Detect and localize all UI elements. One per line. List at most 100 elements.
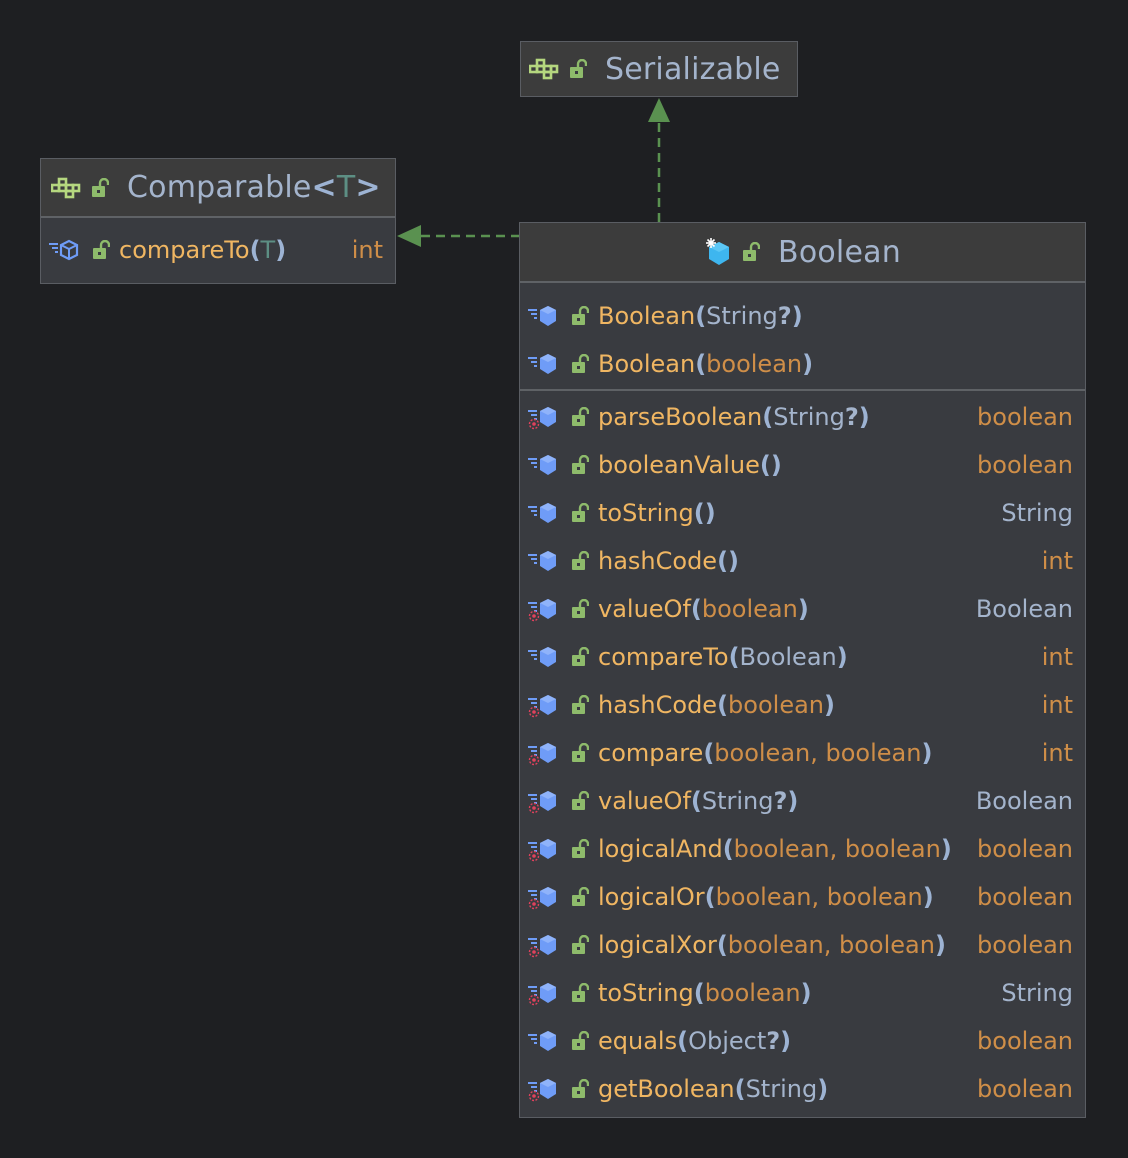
methods-section: parseBoolean(String?) boolean booleanValue… [520, 391, 1085, 1113]
paren: ( [249, 236, 261, 264]
return-type: boolean [977, 883, 1073, 911]
method-icon [528, 306, 556, 326]
method-row[interactable]: equals(Object?) boolean [520, 1017, 1085, 1065]
static-method-icon [528, 599, 556, 622]
member-name: logicalXor [598, 931, 717, 959]
method-icon [528, 455, 556, 475]
paren: ( [693, 979, 705, 1007]
member-icons [48, 237, 119, 263]
public-lock-icon [572, 647, 589, 666]
param-type: String [706, 302, 778, 330]
nullable-marker: ? [777, 302, 792, 330]
method-icon [528, 647, 556, 667]
member-signature: logicalXor(boolean, boolean) [598, 931, 977, 959]
public-lock-icon [572, 455, 589, 474]
member-icons [527, 500, 598, 526]
member-icons [527, 740, 598, 766]
param-type: String [745, 1075, 818, 1103]
public-lock-icon [572, 791, 589, 810]
method-row[interactable]: parseBoolean(String?) boolean [520, 393, 1085, 441]
paren: ) [791, 302, 803, 330]
return-type: boolean [977, 1075, 1073, 1103]
return-type: int [1041, 643, 1073, 671]
paren: ) [824, 691, 835, 719]
final-class-icon [706, 238, 730, 265]
return-type: boolean [977, 451, 1073, 479]
member-signature: Boolean(String?) [598, 302, 1073, 330]
method-row[interactable]: booleanValue() boolean [520, 441, 1085, 489]
paren: ) [728, 547, 740, 575]
paren: ) [797, 595, 809, 623]
public-lock-icon [572, 887, 589, 906]
public-lock-icon [93, 240, 110, 259]
paren: ) [858, 403, 870, 431]
param-type: boolean, boolean [714, 739, 922, 767]
member-signature: booleanValue() [598, 451, 977, 479]
member-signature: hashCode(boolean) [598, 691, 1042, 719]
param-type: Object [688, 1027, 767, 1055]
param-type: boolean, boolean [727, 931, 935, 959]
node-comparable[interactable]: Comparable<T> compareTo(T) int [40, 158, 396, 284]
methods-section: compareTo(T) int [41, 218, 395, 274]
return-type: boolean [977, 835, 1073, 863]
method-row[interactable]: hashCode() int [520, 537, 1085, 585]
paren: ) [934, 931, 946, 959]
paren: ) [922, 883, 934, 911]
static-method-icon [528, 839, 556, 862]
paren: ) [800, 979, 812, 1007]
method-row[interactable]: toString(boolean) String [520, 969, 1085, 1017]
method-row[interactable]: compareTo(Boolean) int [520, 633, 1085, 681]
paren: ) [802, 350, 814, 378]
member-name: compareTo [119, 236, 250, 264]
method-row[interactable]: compare(boolean, boolean) int [520, 729, 1085, 777]
class-name: Serializable [605, 51, 781, 87]
member-icons [527, 303, 598, 329]
paren: ( [690, 595, 702, 623]
member-name: hashCode [598, 547, 718, 575]
constructor-row[interactable]: Boolean(String?) [520, 292, 1085, 340]
public-lock-icon [570, 59, 587, 78]
method-row[interactable]: logicalAnd(boolean, boolean) boolean [520, 825, 1085, 873]
method-icon [528, 354, 556, 374]
paren: ) [921, 739, 933, 767]
return-type: boolean [977, 931, 1073, 959]
return-type: Boolean [975, 787, 1073, 815]
node-header: Serializable [521, 42, 797, 96]
paren: ) [770, 451, 782, 479]
return-type: int [1041, 547, 1073, 575]
method-row[interactable]: valueOf(String?) Boolean [520, 777, 1085, 825]
return-type: String [1001, 499, 1073, 527]
static-method-icon [528, 743, 556, 766]
member-signature: Boolean(boolean) [598, 350, 1073, 378]
paren: ) [817, 1075, 829, 1103]
paren: ) [275, 236, 287, 264]
method-icon [528, 1031, 556, 1051]
method-row[interactable]: toString() String [520, 489, 1085, 537]
member-signature: compare(boolean, boolean) [598, 739, 1042, 767]
paren: ( [703, 739, 715, 767]
paren: ( [695, 350, 707, 378]
method-row[interactable]: logicalOr(boolean, boolean) boolean [520, 873, 1085, 921]
member-icons [527, 980, 598, 1006]
paren: ) [940, 835, 952, 863]
param-type: boolean, boolean [733, 835, 941, 863]
method-row[interactable]: logicalXor(boolean, boolean) boolean [520, 921, 1085, 969]
method-row[interactable]: valueOf(boolean) Boolean [520, 585, 1085, 633]
interface-icon [529, 58, 559, 80]
public-lock-icon [572, 354, 589, 373]
public-lock-icon [572, 551, 589, 570]
return-type: String [1001, 979, 1073, 1007]
return-type: int [1041, 691, 1073, 719]
node-serializable[interactable]: Serializable [520, 41, 798, 97]
node-boolean[interactable]: Boolean Boolean(String?) Boolean(boolean)… [519, 222, 1086, 1118]
method-row[interactable]: compareTo(T) int [41, 226, 395, 274]
method-icon [528, 551, 556, 571]
method-row[interactable]: hashCode(boolean) int [520, 681, 1085, 729]
public-lock-icon [572, 503, 589, 522]
method-row[interactable]: getBoolean(String) boolean [520, 1065, 1085, 1113]
static-method-icon [528, 887, 556, 910]
paren: ( [704, 883, 716, 911]
paren: ( [693, 499, 705, 527]
member-name: logicalOr [598, 883, 705, 911]
constructor-row[interactable]: Boolean(boolean) [520, 340, 1085, 388]
